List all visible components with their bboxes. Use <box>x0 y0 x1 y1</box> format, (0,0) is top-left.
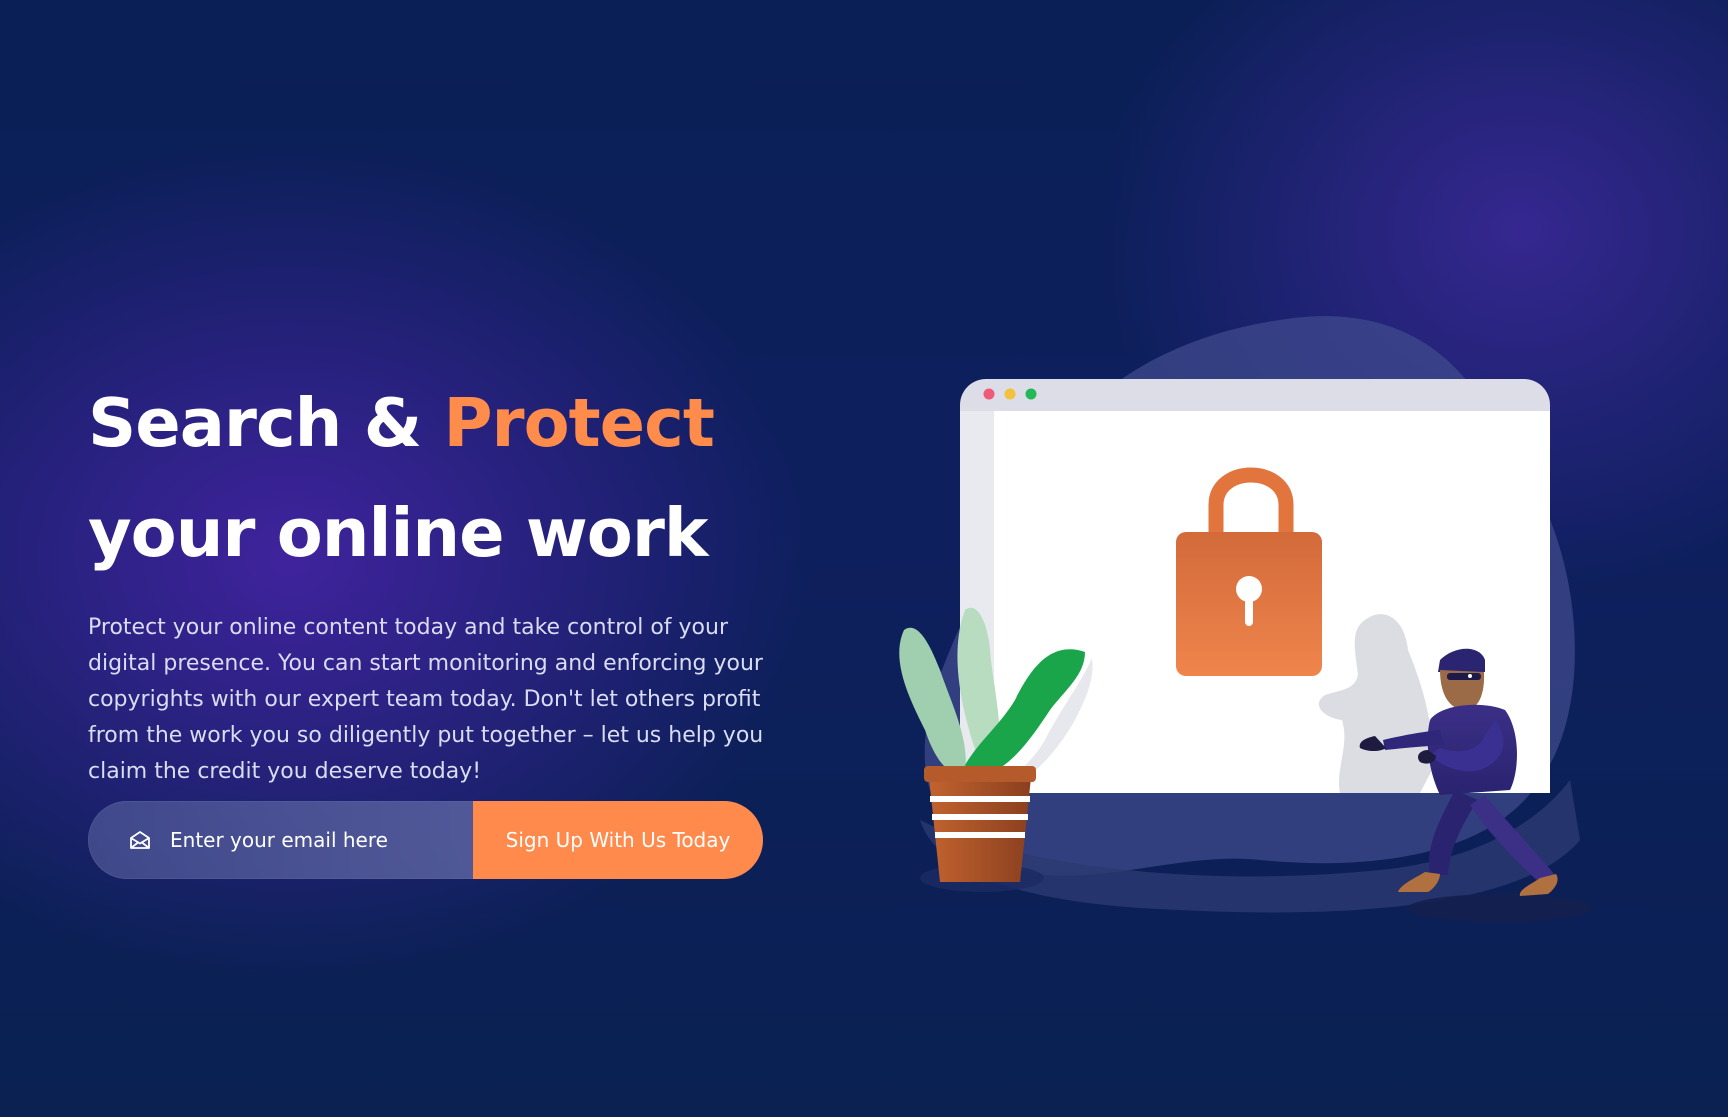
headline-part1: Search & <box>88 384 444 462</box>
headline-line2: your online work <box>88 494 708 572</box>
signup-button[interactable]: Sign Up With Us Today <box>473 801 763 879</box>
hero-headline: Search & Protect your online work <box>88 368 788 588</box>
window-dot-green <box>1025 388 1037 400</box>
hero-illustration <box>899 316 1592 922</box>
headline-accent: Protect <box>443 384 714 462</box>
window-dot-red <box>983 388 995 400</box>
hero-subtitle: Protect your online content today and ta… <box>88 615 764 784</box>
hero-section: Search & Protect your online work Protec… <box>0 0 1728 1117</box>
email-placeholder: Enter your email here <box>170 828 388 852</box>
email-input[interactable]: Enter your email here <box>88 801 473 879</box>
hero-text: Search & Protect your online work Protec… <box>88 368 788 790</box>
mail-icon <box>128 828 152 852</box>
signup-form: Enter your email here Sign Up With Us To… <box>88 801 763 879</box>
window-dot-yellow <box>1004 388 1016 400</box>
